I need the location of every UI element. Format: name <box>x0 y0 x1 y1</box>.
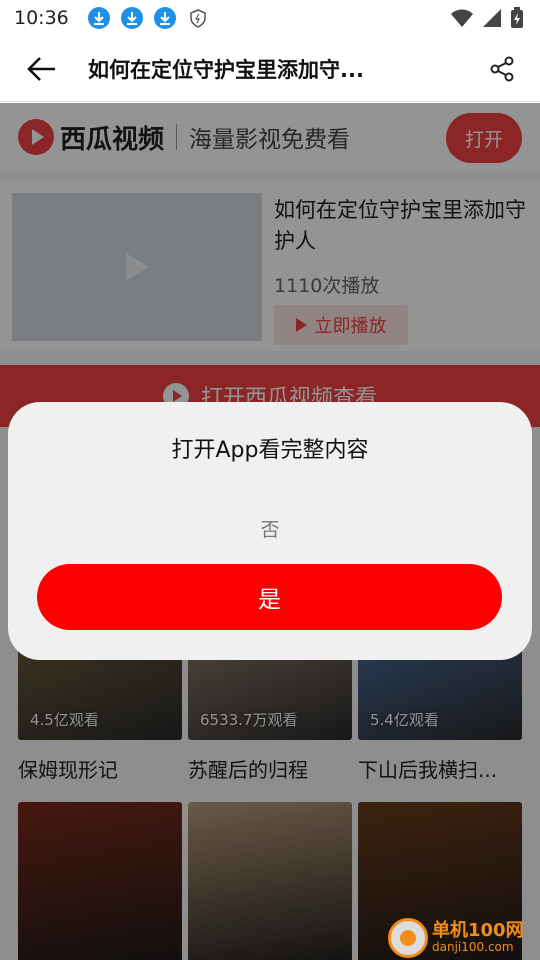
app-header: 如何在定位守护宝里添加守... <box>0 36 540 102</box>
share-button[interactable] <box>486 53 518 85</box>
signal-icon <box>482 8 502 32</box>
watermark-logo-icon <box>388 918 428 958</box>
open-app-dialog: 打开App看完整内容 否 是 <box>8 402 532 660</box>
download-icon <box>87 7 110 29</box>
watermark-name: 单机100网 <box>432 920 524 942</box>
yes-button[interactable]: 是 <box>37 564 502 630</box>
download-icon <box>120 7 143 29</box>
status-bar: 10:36 <box>0 0 540 36</box>
page-title: 如何在定位守护宝里添加守... <box>88 57 364 82</box>
back-button[interactable] <box>12 39 72 99</box>
watermark: 单机100网 danji100.com <box>388 916 540 960</box>
status-indicators <box>450 7 524 33</box>
share-icon <box>490 56 514 82</box>
watermark-url: danji100.com <box>432 940 514 955</box>
no-button[interactable]: 否 <box>240 510 300 550</box>
arrow-left-icon <box>27 56 55 81</box>
wifi-icon <box>450 8 474 32</box>
shield-icon <box>188 7 208 29</box>
battery-icon <box>510 7 524 33</box>
dialog-title: 打开App看完整内容 <box>171 438 369 463</box>
download-icon <box>153 7 176 29</box>
status-time: 10:36 <box>14 7 69 29</box>
